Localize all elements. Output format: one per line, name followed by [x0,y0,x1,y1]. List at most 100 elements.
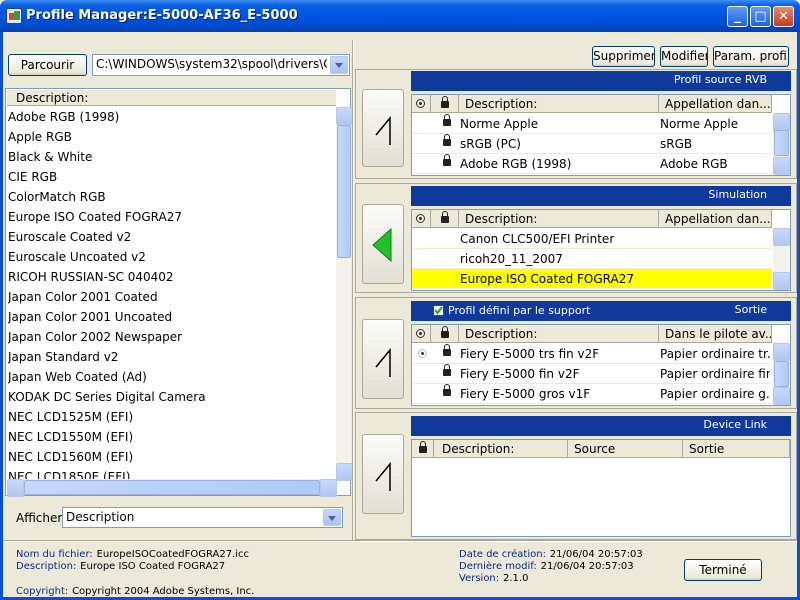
minimize-icon[interactable]: _ [727,6,748,27]
row-description: Fiery E-5000 gros v1F [460,387,591,401]
scroll-up-icon[interactable] [773,343,790,361]
list-item[interactable]: Euroscale Coated v2 [8,227,333,247]
lock-column-icon[interactable] [431,95,459,113]
list-item[interactable]: Black & White [8,147,333,167]
splitter[interactable] [352,40,354,540]
col-source[interactable]: Source [568,440,683,458]
scroll-up-icon[interactable] [773,113,790,131]
scroll-up-icon[interactable] [773,228,790,246]
scroll-down-icon[interactable] [773,272,790,290]
output-scrollbar[interactable] [773,343,790,405]
table-row[interactable]: Adobe RGB (1998) Adobe RGB [412,154,772,174]
version-value: 2.1.0 [502,573,529,584]
scroll-right-icon[interactable] [320,479,337,497]
target-column-icon[interactable] [412,325,431,343]
col-description[interactable]: Description: [459,325,659,343]
row-description: Fiery E-5000 fin v2F [460,367,580,381]
source-rgb-scrollbar[interactable] [773,113,790,175]
simulation-table[interactable]: Description: Appellation dan... Canon CL… [411,209,791,291]
list-item[interactable]: ColorMatch RGB [8,187,333,207]
window-title: Profile Manager:E-5000-AF36_E-5000 [26,8,298,23]
scroll-down-icon[interactable] [336,463,353,481]
media-profile-checkbox[interactable] [433,305,444,316]
table-row[interactable]: Fiery E-5000 gros v1F Papier ordinaire g.… [412,384,772,404]
chevron-down-icon[interactable] [323,509,341,526]
device-link-button[interactable] [362,434,404,514]
row-name: Papier ordinaire fin [660,367,770,381]
hscroll-thumb[interactable] [24,480,320,495]
delete-button[interactable]: Supprimer [592,46,655,67]
table-row[interactable]: Europe ISO Coated FOGRA27 [412,269,772,289]
list-item[interactable]: Japan Color 2001 Uncoated [8,307,333,327]
scroll-thumb[interactable] [774,130,789,156]
lock-column-icon[interactable] [431,325,459,343]
maximize-icon[interactable]: □ [750,6,771,27]
lock-column-icon[interactable] [412,440,434,458]
list-item[interactable]: Japan Color 2001 Coated [8,287,333,307]
row-description: ricoh20_11_2007 [460,252,563,266]
col-name[interactable]: Appellation dan... [659,95,772,113]
output-table[interactable]: Description: Dans le pilote av... Fiery … [411,324,791,406]
output-link-button[interactable] [362,319,404,399]
table-row[interactable]: Norme Apple Norme Apple [412,114,772,134]
list-item[interactable]: Euroscale Uncoated v2 [8,247,333,267]
profile-settings-button[interactable]: Param. profil [713,46,789,67]
table-row[interactable]: Fiery E-5000 trs fin v2F Papier ordinaire… [412,344,772,364]
col-description[interactable]: Description: [459,210,659,228]
target-column-icon[interactable] [412,210,431,228]
col-output[interactable]: Sortie [683,440,790,458]
profile-list-header[interactable]: Description: [7,90,336,106]
list-item[interactable]: KODAK DC Series Digital Camera [8,387,333,407]
list-item[interactable]: Europe ISO Coated FOGRA27 [8,207,333,227]
lock-column-icon[interactable] [431,210,459,228]
scroll-thumb[interactable] [337,125,351,258]
scroll-up-icon[interactable] [336,107,353,125]
col-description[interactable]: Description: [434,440,568,458]
list-item[interactable]: Japan Standard v2 [8,347,333,367]
list-item[interactable]: NEC LCD1560M (EFI) [8,447,333,467]
media-profile-label[interactable]: Profil défini par le support [448,304,590,317]
list-item[interactable]: NEC LCD1550M (EFI) [8,427,333,447]
done-button[interactable]: Terminé [684,559,762,581]
scroll-down-icon[interactable] [773,157,790,175]
source-rgb-table[interactable]: Description: Appellation dan... Norme Ap… [411,94,791,176]
modify-button[interactable]: Modifier [660,46,708,67]
row-description: Canon CLC500/EFI Printer [460,232,615,246]
col-description[interactable]: Description: [459,95,659,113]
list-item[interactable]: Japan Web Coated (Ad) [8,367,333,387]
profile-list-vscrollbar[interactable] [336,107,353,481]
row-divider [412,173,772,174]
simulation-link-button[interactable] [362,204,404,284]
path-combo[interactable]: C:\WINDOWS\system32\spool\drivers\Colo [92,54,350,76]
scroll-left-icon[interactable] [7,479,24,497]
close-icon[interactable]: ✕ [773,6,794,27]
profile-list-hscrollbar[interactable] [7,479,337,497]
target-column-icon[interactable] [412,95,431,113]
browse-button[interactable]: Parcourir [8,54,87,76]
profile-list[interactable]: Description: Adobe RGB (1998) Apple RGB Bl… [5,88,353,497]
row-name: Adobe RGB [660,157,728,171]
table-row[interactable]: sRGB (PC) sRGB [412,134,772,154]
table-row[interactable]: ricoh20_11_2007 [412,249,772,269]
list-item[interactable]: RICOH RUSSIAN-SC 040402 [8,267,333,287]
chevron-down-icon[interactable] [330,56,348,74]
col-name[interactable]: Dans le pilote av... [659,325,772,343]
source-rgb-link-button[interactable] [362,89,404,167]
target-icon[interactable] [418,349,427,358]
list-item[interactable]: Japan Color 2002 Newspaper [8,327,333,347]
list-item[interactable]: NEC LCD1525M (EFI) [8,407,333,427]
row-name: sRGB [660,137,693,151]
version-label: Version: [459,573,500,584]
scroll-thumb[interactable] [774,361,789,387]
list-item[interactable]: Apple RGB [8,127,333,147]
device-link-table[interactable]: Description: Source Sortie [411,439,791,537]
col-name[interactable]: Appellation dan... [659,210,772,228]
table-row[interactable]: Canon CLC500/EFI Printer [412,229,772,249]
list-item[interactable]: CIE RGB [8,167,333,187]
scroll-down-icon[interactable] [773,387,790,405]
show-combo[interactable]: Description [62,507,343,528]
table-row[interactable]: Fiery E-5000 fin v2F Papier ordinaire fin [412,364,772,384]
source-rgb-title: Profil source RVB [411,71,791,91]
simulation-scrollbar[interactable] [773,228,790,290]
list-item[interactable]: Adobe RGB (1998) [8,107,333,127]
